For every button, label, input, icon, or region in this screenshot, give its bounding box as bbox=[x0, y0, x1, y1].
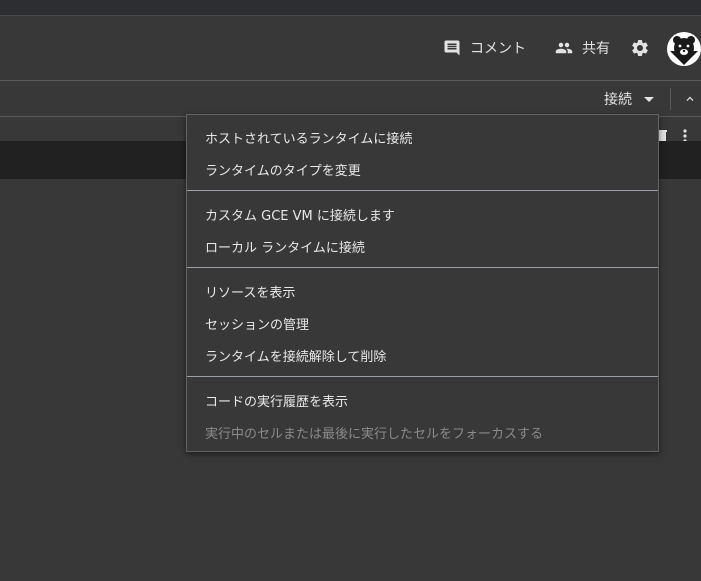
share-button[interactable]: 共有 bbox=[555, 37, 610, 59]
menu-item-execution-history[interactable]: コードの実行履歴を表示 bbox=[205, 391, 348, 410]
share-label: 共有 bbox=[582, 41, 610, 57]
runtime-dropdown-menu: ホストされているランタイムに接続 ランタイムのタイプを変更 カスタム GCE V… bbox=[186, 114, 659, 452]
comment-label: コメント bbox=[470, 41, 526, 57]
menu-item-disconnect-delete[interactable]: ランタイムを接続解除して削除 bbox=[205, 346, 386, 365]
menu-separator bbox=[187, 267, 658, 268]
menu-item-connect-hosted[interactable]: ホストされているランタイムに接続 bbox=[205, 128, 412, 147]
toolbar-divider bbox=[670, 88, 671, 110]
menu-item-connect-local[interactable]: ローカル ランタイムに接続 bbox=[205, 237, 365, 256]
connect-label: 接続 bbox=[604, 92, 632, 108]
settings-button[interactable] bbox=[630, 37, 650, 59]
connect-button[interactable]: 接続 bbox=[604, 89, 654, 109]
caret-down-icon bbox=[644, 91, 654, 107]
menu-separator bbox=[187, 376, 658, 377]
comment-icon bbox=[443, 39, 461, 57]
gear-icon bbox=[630, 38, 650, 58]
window-top-strip bbox=[0, 0, 701, 16]
people-icon bbox=[555, 39, 573, 57]
chevron-up-icon bbox=[683, 91, 697, 110]
notebook-toolbar: 接続 bbox=[0, 81, 701, 117]
menu-item-focus-executing-cell: 実行中のセルまたは最後に実行したセルをフォーカスする bbox=[205, 427, 544, 442]
menu-item-view-resources[interactable]: リソースを表示 bbox=[205, 282, 295, 301]
bear-avatar-icon bbox=[666, 32, 701, 71]
menu-item-connect-gce-vm[interactable]: カスタム GCE VM に接続します bbox=[205, 205, 395, 224]
collapse-header-button[interactable] bbox=[683, 91, 697, 110]
app-header: コメント 共有 bbox=[0, 16, 701, 81]
comment-button[interactable]: コメント bbox=[443, 37, 526, 59]
menu-item-change-runtime-type[interactable]: ランタイムのタイプを変更 bbox=[205, 160, 361, 179]
menu-separator bbox=[187, 190, 658, 191]
account-avatar[interactable] bbox=[666, 31, 701, 71]
menu-item-manage-sessions[interactable]: セッションの管理 bbox=[205, 314, 309, 333]
